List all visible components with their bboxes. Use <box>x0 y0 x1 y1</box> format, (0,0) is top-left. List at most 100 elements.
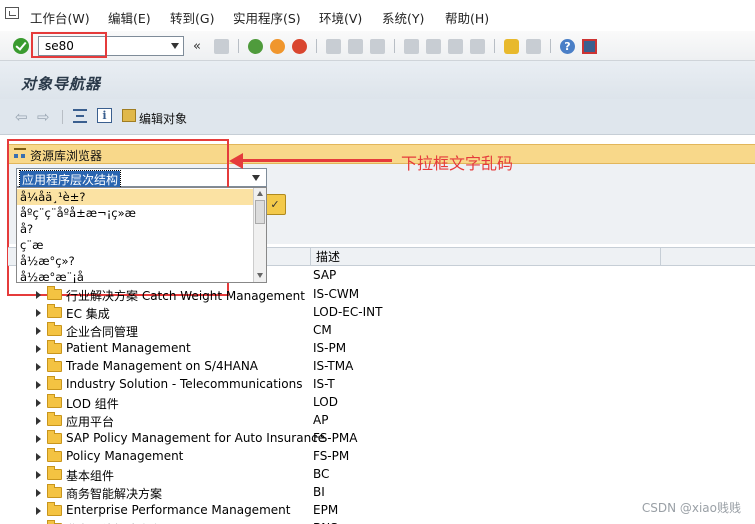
application-toolbar: ⇦ ⇨ i 编辑对象 <box>0 99 755 135</box>
expand-triangle-icon[interactable] <box>36 381 41 389</box>
tree-node-name[interactable]: Patient Management <box>66 341 191 355</box>
toolbar-separator <box>62 110 63 124</box>
expand-triangle-icon[interactable] <box>36 363 41 371</box>
print-icon[interactable] <box>326 39 341 54</box>
menu-item-system[interactable]: 系统(Y) <box>382 8 424 27</box>
tree-node-description: IS-PM <box>313 341 347 355</box>
enter-icon[interactable] <box>13 38 29 54</box>
tree-node-name[interactable]: 基本组件 <box>66 467 114 484</box>
info-icon[interactable]: i <box>97 108 112 123</box>
dropdown-item[interactable]: å½æ°æ¨¡å <box>17 269 253 285</box>
hierarchy-icon[interactable] <box>73 109 87 123</box>
tree-row[interactable]: 基本组件 BC <box>0 466 755 484</box>
find-next-icon[interactable] <box>370 39 385 54</box>
save-icon[interactable] <box>214 39 229 54</box>
combobox-value: 应用程序层次结构 <box>18 170 122 189</box>
toolbar-separator <box>494 39 495 53</box>
dropdown-item[interactable]: åºç¨ç¨åºå±æ¬¡ç»æ <box>17 205 253 221</box>
object-list-combobox[interactable]: 应用程序层次结构 <box>16 168 267 189</box>
command-input[interactable] <box>45 38 160 54</box>
expand-triangle-icon[interactable] <box>36 399 41 407</box>
tree-node-name[interactable]: EC 集成 <box>66 305 110 322</box>
menu-item-utilities[interactable]: 实用程序(S) <box>233 8 301 27</box>
expand-triangle-icon[interactable] <box>36 489 41 497</box>
last-page-icon[interactable] <box>470 39 485 54</box>
expand-triangle-icon[interactable] <box>36 471 41 479</box>
expand-triangle-icon[interactable] <box>36 291 41 299</box>
tree-node-description: AP <box>313 413 329 427</box>
tree-row[interactable]: 行业解决方案 Catch Weight Management IS-CWM <box>0 286 755 304</box>
dropdown-item[interactable]: å¼åä¸¹è±? <box>17 189 253 205</box>
tree-node-name[interactable]: SAP Policy Management for Auto Insurance <box>66 431 325 445</box>
dropdown-item[interactable]: å? <box>17 221 253 237</box>
expand-triangle-icon[interactable] <box>36 435 41 443</box>
shortcut-icon[interactable] <box>526 39 541 54</box>
tree-node-name[interactable]: Enterprise Performance Management <box>66 503 290 517</box>
repository-browser-icon <box>14 148 26 160</box>
expand-triangle-icon[interactable] <box>36 327 41 335</box>
create-session-icon[interactable] <box>504 39 519 54</box>
scroll-down-icon[interactable] <box>257 273 263 278</box>
tree-row[interactable]: 企业合同管理 CM <box>0 322 755 340</box>
forward-arrow-icon[interactable]: ⇨ <box>37 108 50 126</box>
menu-item-help[interactable]: 帮助(H) <box>445 8 489 27</box>
tree-row[interactable]: Trade Management on S/4HANA IS-TMA <box>0 358 755 376</box>
expand-triangle-icon[interactable] <box>36 507 41 515</box>
expand-triangle-icon[interactable] <box>36 453 41 461</box>
column-header-extra[interactable] <box>660 248 661 266</box>
previous-page-icon[interactable] <box>426 39 441 54</box>
tree-node-name[interactable]: 应用平台 <box>66 413 114 430</box>
back-icon[interactable] <box>248 39 263 54</box>
tree-node-description: CM <box>313 323 332 337</box>
folder-icon <box>47 286 62 300</box>
expand-triangle-icon[interactable] <box>36 345 41 353</box>
tree-node-name[interactable]: Industry Solution - Telecommunications <box>66 377 302 391</box>
tree-row[interactable]: Patient Management IS-PM <box>0 340 755 358</box>
back-arrow-icon[interactable]: ⇦ <box>15 108 28 126</box>
tree-row[interactable]: Industry Solution - Telecommunications IS… <box>0 376 755 394</box>
chevron-down-icon[interactable] <box>252 175 260 181</box>
find-icon[interactable] <box>348 39 363 54</box>
expand-triangle-icon[interactable] <box>36 417 41 425</box>
tree-row[interactable]: LOD 组件 LOD <box>0 394 755 412</box>
scroll-thumb[interactable] <box>255 200 265 224</box>
tree-node-name[interactable]: Trade Management on S/4HANA <box>66 359 258 373</box>
dropdown-scrollbar[interactable] <box>253 188 266 282</box>
first-page-icon[interactable] <box>404 39 419 54</box>
dropdown-item[interactable]: ç¨æ <box>17 237 253 253</box>
column-header-description[interactable]: 描述 <box>310 248 340 266</box>
next-page-icon[interactable] <box>448 39 463 54</box>
tree-row[interactable]: Policy Management FS-PM <box>0 448 755 466</box>
layout-menu-icon[interactable] <box>582 39 597 54</box>
scroll-up-icon[interactable] <box>257 191 263 196</box>
command-field[interactable] <box>38 36 184 56</box>
cancel-icon[interactable] <box>292 39 307 54</box>
tree-node-name[interactable]: Policy Management <box>66 449 183 463</box>
menu-item-edit[interactable]: 编辑(E) <box>108 8 151 27</box>
dropdown-item[interactable]: å½æ°ç»? <box>17 253 253 269</box>
tree-node-name[interactable]: 企业合同管理 <box>66 323 138 340</box>
menu-item-goto[interactable]: 转到(G) <box>170 8 214 27</box>
tree-row[interactable]: 应用平台 AP <box>0 412 755 430</box>
tree-row[interactable]: 业务网络解决方案BNS <box>0 520 755 524</box>
window-menu-icon[interactable] <box>5 7 19 19</box>
exit-icon[interactable] <box>270 39 285 54</box>
tree-node-description: IS-T <box>313 377 335 391</box>
menu-item-workbench[interactable]: 工作台(W) <box>30 8 90 27</box>
edit-object-icon[interactable] <box>122 109 136 122</box>
tree-row[interactable]: EC 集成 LOD-EC-INT <box>0 304 755 322</box>
tree-node-description: EPM <box>313 503 339 517</box>
tree-node-name[interactable]: LOD 组件 <box>66 395 119 412</box>
expand-triangle-icon[interactable] <box>36 309 41 317</box>
display-button[interactable]: ✓ <box>264 194 286 215</box>
help-icon[interactable]: ? <box>560 39 575 54</box>
toolbar-separator <box>238 39 239 53</box>
collapse-arrow-icon[interactable]: « <box>193 39 201 54</box>
menu-item-environment[interactable]: 环境(V) <box>319 8 362 27</box>
tree-row[interactable]: SAP Policy Management for Auto Insurance… <box>0 430 755 448</box>
tree-node-name[interactable]: 行业解决方案 Catch Weight Management <box>66 287 305 304</box>
tree-node-name[interactable]: 商务智能解决方案 <box>66 485 162 502</box>
chevron-down-icon[interactable] <box>171 43 179 49</box>
edit-object-button[interactable]: 编辑对象 <box>139 110 187 127</box>
folder-icon <box>47 322 62 336</box>
